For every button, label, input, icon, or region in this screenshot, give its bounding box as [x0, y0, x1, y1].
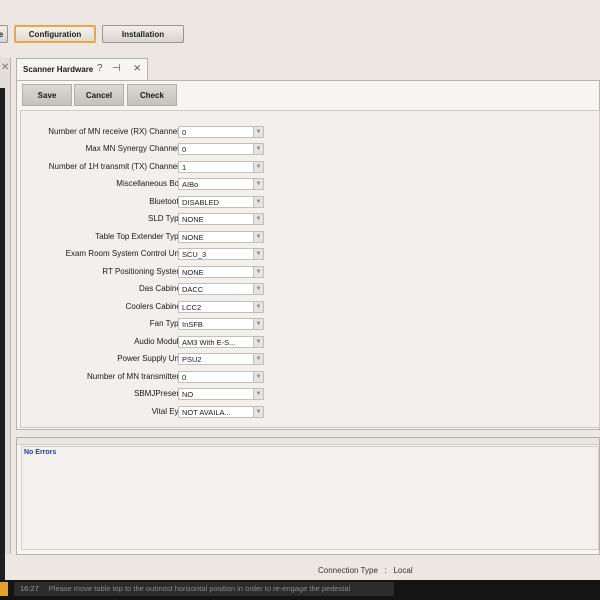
field-select[interactable]: 0 — [178, 143, 254, 155]
error-message: No Errors — [24, 449, 57, 456]
chevron-down-icon[interactable]: ▼ — [254, 143, 264, 155]
chevron-down-icon[interactable]: ▼ — [254, 248, 264, 260]
field-label: Coolers Cabinet — [125, 302, 183, 311]
field-label: Max MN Synergy Channels — [85, 144, 183, 153]
pin-icon[interactable]: ⊣ — [112, 63, 121, 74]
notification-text: Please move table top to the outmost hor… — [48, 584, 351, 593]
field-select[interactable]: LCC2 — [178, 301, 254, 313]
field-row: SBMJPresent NO ▼ — [21, 388, 281, 402]
field-row: Vital Eye NOT AVAILA... ▼ — [21, 406, 281, 420]
chevron-down-icon[interactable]: ▼ — [254, 161, 264, 173]
field-select[interactable]: 0 — [178, 371, 254, 383]
field-select[interactable]: AM3 With E-S... — [178, 336, 254, 348]
connection-type-value: Local — [393, 566, 413, 575]
field-row: Number of 1H transmit (TX) Channels 1 ▼ — [21, 161, 281, 175]
field-label: Number of MN transmitters — [86, 372, 183, 381]
chevron-down-icon[interactable]: ▼ — [254, 178, 264, 190]
field-select[interactable]: SCU_3 — [178, 248, 254, 260]
field-row: Max MN Synergy Channels 0 ▼ — [21, 143, 281, 157]
connection-type-label: Connection Type — [318, 566, 378, 575]
nav-button-configuration[interactable]: Configuration — [14, 25, 96, 43]
check-button[interactable]: Check — [127, 84, 177, 106]
cancel-button[interactable]: Cancel — [74, 84, 124, 106]
field-row: Exam Room System Control Unit SCU_3 ▼ — [21, 248, 281, 262]
field-select[interactable]: NO — [178, 388, 254, 400]
chevron-down-icon[interactable]: ▼ — [254, 283, 264, 295]
field-row: Miscellaneous Box AIBo ▼ — [21, 178, 281, 192]
chevron-down-icon[interactable]: ▼ — [254, 353, 264, 365]
field-label: Audio Module — [134, 337, 183, 346]
field-select[interactable]: PSU2 — [178, 353, 254, 365]
field-row: Number of MN receive (RX) Channels 0 ▼ — [21, 126, 281, 140]
field-label: Exam Room System Control Unit — [65, 249, 183, 258]
field-label: Number of MN receive (RX) Channels — [48, 127, 183, 136]
taskbar: 16:27 Please move table top to the outmos… — [0, 580, 600, 600]
field-select[interactable]: AIBo — [178, 178, 254, 190]
notification-message[interactable]: 16:27 Please move table top to the outmos… — [14, 582, 394, 596]
tab-scanner-hardware[interactable]: Scanner Hardware ? ⊣ ⨯ — [16, 58, 148, 80]
connection-status: Connection Type : Local — [318, 566, 413, 575]
field-label: Table Top Extender Type — [95, 232, 183, 241]
chevron-down-icon[interactable]: ▼ — [254, 196, 264, 208]
nav-button-installation[interactable]: Installation — [102, 25, 184, 43]
status-separator: : — [384, 566, 387, 575]
field-row: Bluetooth DISABLED ▼ — [21, 196, 281, 210]
chevron-down-icon[interactable]: ▼ — [254, 213, 264, 225]
chevron-down-icon[interactable]: ▼ — [254, 406, 264, 418]
field-row: Fan Type InSFB ▼ — [21, 318, 281, 332]
field-label: Power Supply Unit — [117, 354, 183, 363]
field-row: Coolers Cabinet LCC2 ▼ — [21, 301, 281, 315]
field-label: Number of 1H transmit (TX) Channels — [48, 162, 183, 171]
chevron-down-icon[interactable]: ▼ — [254, 388, 264, 400]
field-select[interactable]: NONE — [178, 266, 254, 278]
field-row: Number of MN transmitters 0 ▼ — [21, 371, 281, 385]
save-button[interactable]: Save — [22, 84, 72, 106]
left-side-panel — [0, 58, 11, 598]
close-icon[interactable]: ⨯ — [133, 63, 141, 74]
chevron-down-icon[interactable]: ▼ — [254, 301, 264, 313]
chevron-down-icon[interactable]: ▼ — [254, 126, 264, 138]
field-select[interactable]: 0 — [178, 126, 254, 138]
field-row: Table Top Extender Type NONE ▼ — [21, 231, 281, 245]
left-panel-scrollbar[interactable] — [0, 88, 5, 598]
collapse-icon[interactable]: ✕ — [1, 62, 9, 73]
field-label: Miscellaneous Box — [116, 179, 183, 188]
field-row: Das Cabinet DACC ▼ — [21, 283, 281, 297]
field-select[interactable]: NONE — [178, 213, 254, 225]
field-row: RT Positioning System NONE ▼ — [21, 266, 281, 280]
chevron-down-icon[interactable]: ▼ — [254, 231, 264, 243]
field-label: RT Positioning System — [102, 267, 183, 276]
hardware-form: Number of MN receive (RX) Channels 0 ▼ Max… — [20, 110, 600, 428]
field-select[interactable]: InSFB — [178, 318, 254, 330]
nav-button-partial[interactable]: e — [0, 25, 8, 43]
field-select[interactable]: NONE — [178, 231, 254, 243]
notification-time: 16:27 — [20, 584, 39, 593]
error-panel: No Errors — [16, 437, 600, 555]
chevron-down-icon[interactable]: ▼ — [254, 318, 264, 330]
chevron-down-icon[interactable]: ▼ — [254, 371, 264, 383]
field-row: Audio Module AM3 With E-S... ▼ — [21, 336, 281, 350]
error-panel-splitter[interactable] — [17, 438, 599, 445]
field-select[interactable]: 1 — [178, 161, 254, 173]
error-list: No Errors — [21, 446, 599, 550]
chevron-down-icon[interactable]: ▼ — [254, 266, 264, 278]
field-select[interactable]: DACC — [178, 283, 254, 295]
tab-title: Scanner Hardware — [23, 65, 94, 74]
field-select[interactable]: DISABLED — [178, 196, 254, 208]
chevron-down-icon[interactable]: ▼ — [254, 336, 264, 348]
field-label: SBMJPresent — [134, 389, 183, 398]
app-icon[interactable] — [0, 582, 8, 596]
field-select[interactable]: NOT AVAILA... — [178, 406, 254, 418]
help-icon[interactable]: ? — [97, 63, 103, 74]
field-row: Power Supply Unit PSU2 ▼ — [21, 353, 281, 367]
field-row: SLD Type NONE ▼ — [21, 213, 281, 227]
field-label: Das Cabinet — [138, 284, 183, 293]
